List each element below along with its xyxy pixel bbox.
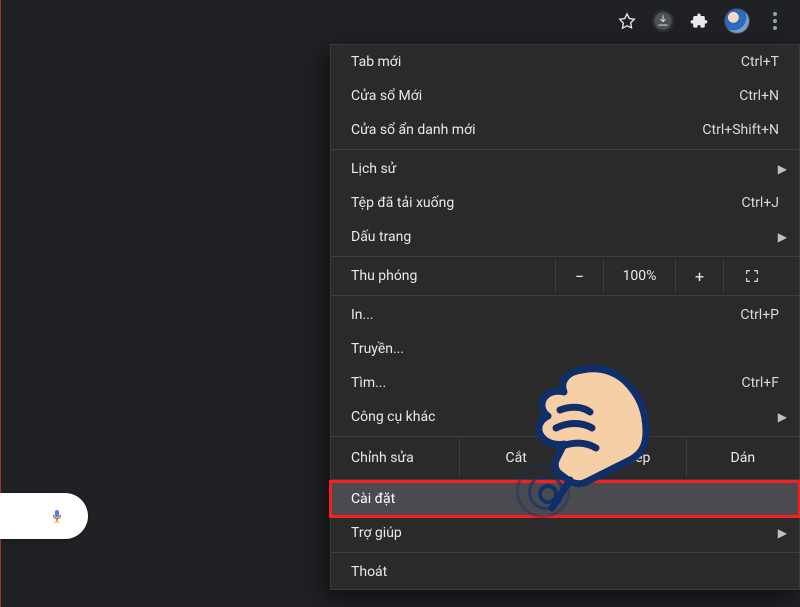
menu-item-print[interactable]: In... Ctrl+P xyxy=(331,298,799,332)
menu-label: Chỉnh sửa xyxy=(331,450,459,466)
menu-separator xyxy=(331,479,799,480)
microphone-icon[interactable] xyxy=(48,507,66,525)
menu-label: Thu phóng xyxy=(351,268,555,284)
menu-item-settings[interactable]: Cài đặt xyxy=(331,482,799,516)
zoom-minus-button[interactable]: − xyxy=(555,259,603,293)
menu-item-exit[interactable]: Thoát xyxy=(331,555,799,589)
menu-item-zoom: Thu phóng − 100% + xyxy=(331,259,799,293)
menu-label: Tab mới xyxy=(351,54,741,70)
menu-item-new-tab[interactable]: Tab mới Ctrl+T xyxy=(331,45,799,79)
menu-label: Trợ giúp xyxy=(351,525,779,541)
menu-label: Thoát xyxy=(351,564,779,580)
download-manager-icon[interactable] xyxy=(652,10,674,32)
menu-shortcut: Ctrl+Shift+N xyxy=(702,122,779,138)
app-root: Tab mới Ctrl+T Cửa sổ Mới Ctrl+N Cửa sổ … xyxy=(0,0,800,607)
edit-paste-button[interactable]: Dán xyxy=(686,439,799,477)
chevron-right-icon: ▶ xyxy=(778,410,787,424)
menu-label: Cài đặt xyxy=(351,491,779,507)
menu-item-help[interactable]: Trợ giúp ▶ xyxy=(331,516,799,550)
search-pill[interactable] xyxy=(0,493,88,539)
chrome-context-menu: Tab mới Ctrl+T Cửa sổ Mới Ctrl+N Cửa sổ … xyxy=(330,44,800,590)
menu-item-bookmarks[interactable]: Dấu trang ▶ xyxy=(331,220,799,254)
menu-label: Truyền... xyxy=(351,341,779,357)
edit-cut-button[interactable]: Cắt xyxy=(459,439,572,477)
menu-shortcut: Ctrl+T xyxy=(741,54,779,70)
menu-separator xyxy=(331,552,799,553)
menu-item-incognito[interactable]: Cửa sổ ẩn danh mới Ctrl+Shift+N xyxy=(331,113,799,147)
menu-shortcut: Ctrl+P xyxy=(740,307,779,323)
menu-label: Tìm... xyxy=(351,375,741,391)
menu-label: In... xyxy=(351,307,740,323)
menu-separator xyxy=(331,256,799,257)
menu-separator xyxy=(331,295,799,296)
bookmark-star-icon[interactable] xyxy=(616,10,638,32)
browser-toolbar-right xyxy=(602,0,800,42)
menu-item-more-tools[interactable]: Công cụ khác ▶ xyxy=(331,400,799,434)
menu-item-downloads[interactable]: Tệp đã tải xuống Ctrl+J xyxy=(331,186,799,220)
menu-separator xyxy=(331,436,799,437)
menu-shortcut: Ctrl+J xyxy=(741,195,779,211)
menu-item-edit-row: Chỉnh sửa Cắt o chép Dán xyxy=(331,439,799,477)
zoom-plus-button[interactable]: + xyxy=(675,259,723,293)
profile-avatar-icon[interactable] xyxy=(724,8,750,34)
menu-label: Cửa sổ ẩn danh mới xyxy=(351,122,702,138)
menu-item-new-window[interactable]: Cửa sổ Mới Ctrl+N xyxy=(331,79,799,113)
chevron-right-icon: ▶ xyxy=(778,526,787,540)
menu-label: Dấu trang xyxy=(351,229,779,245)
fullscreen-icon[interactable] xyxy=(723,259,779,293)
menu-item-find[interactable]: Tìm... Ctrl+F xyxy=(331,366,799,400)
zoom-value: 100% xyxy=(603,259,675,293)
menu-item-cast[interactable]: Truyền... xyxy=(331,332,799,366)
chevron-right-icon: ▶ xyxy=(778,230,787,244)
menu-label: Công cụ khác xyxy=(351,409,779,425)
menu-shortcut: Ctrl+F xyxy=(741,375,779,391)
menu-label: Cửa sổ Mới xyxy=(351,88,739,104)
menu-label: Lịch sử xyxy=(351,161,779,177)
menu-item-history[interactable]: Lịch sử ▶ xyxy=(331,152,799,186)
more-vertical-icon[interactable] xyxy=(764,10,786,32)
menu-separator xyxy=(331,149,799,150)
menu-label: Tệp đã tải xuống xyxy=(351,195,741,211)
edit-copy-button[interactable]: o chép xyxy=(572,439,685,477)
menu-shortcut: Ctrl+N xyxy=(739,88,779,104)
chevron-right-icon: ▶ xyxy=(778,162,787,176)
zoom-controls: − 100% + xyxy=(555,259,779,293)
extensions-puzzle-icon[interactable] xyxy=(688,10,710,32)
